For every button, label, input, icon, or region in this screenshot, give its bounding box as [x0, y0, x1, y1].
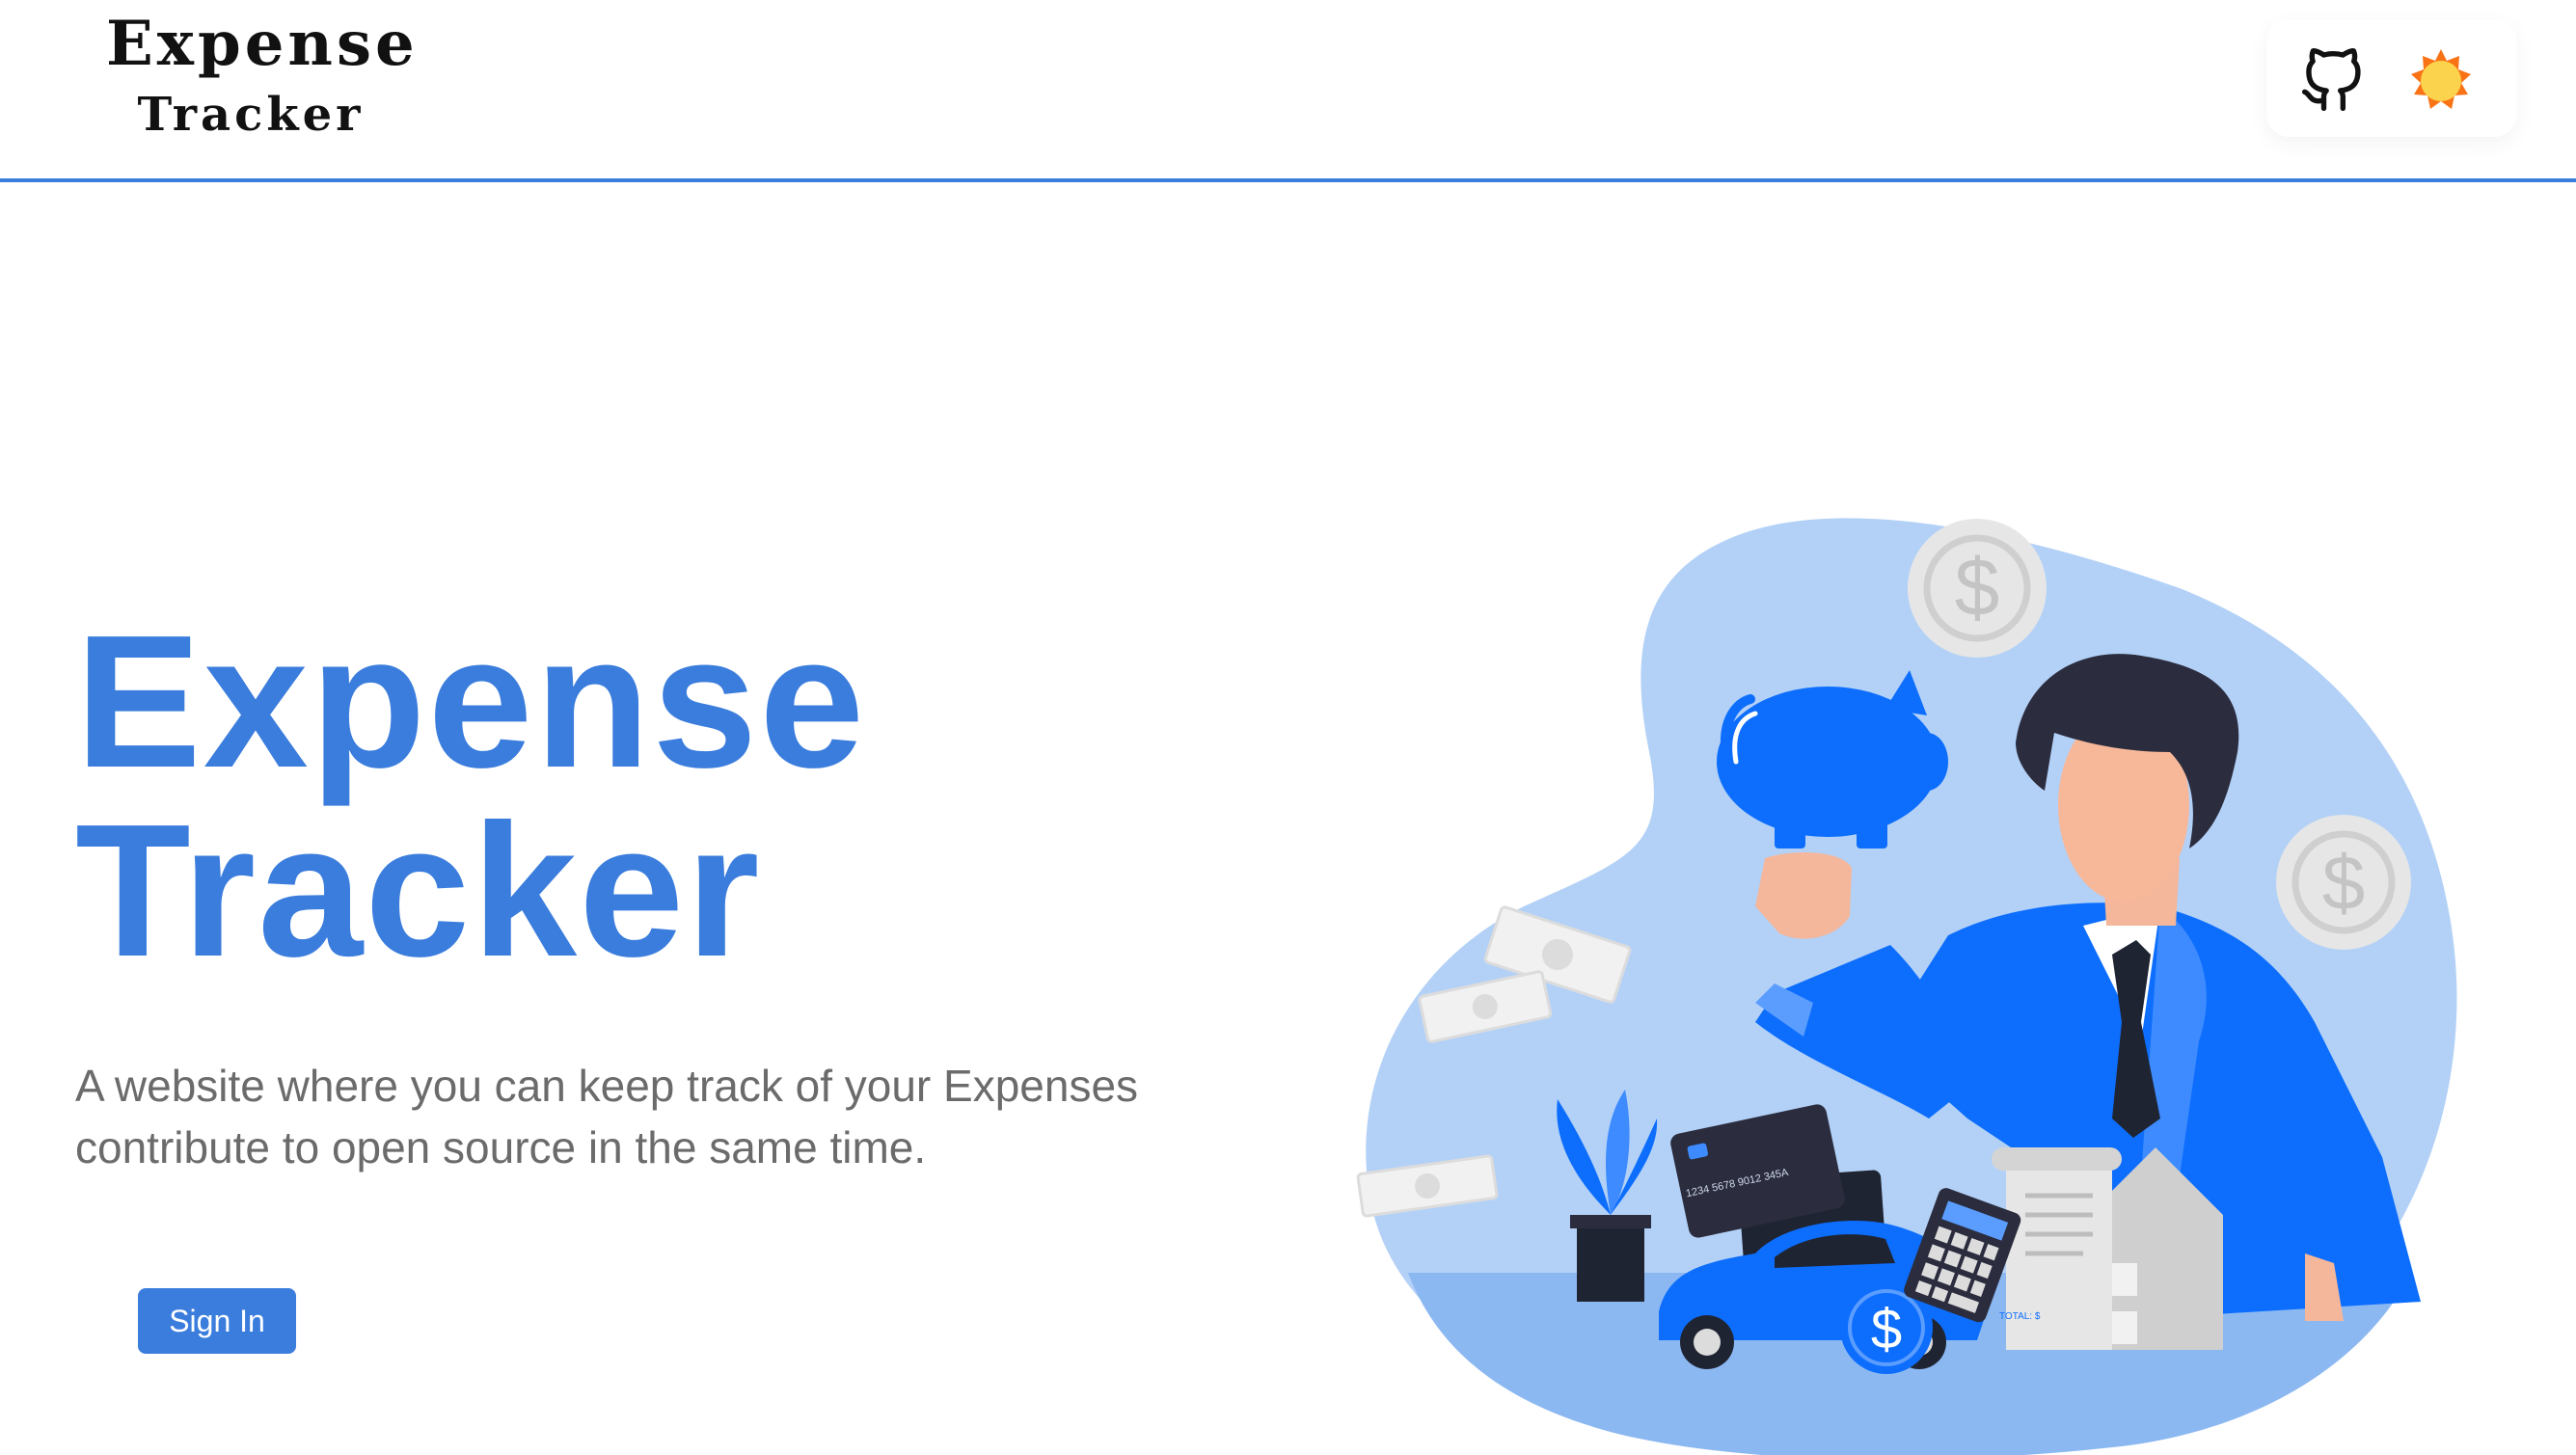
coin-icon: $: [2276, 815, 2411, 950]
sun-icon: [2411, 49, 2471, 109]
logo-line-tracker: Tracker: [137, 88, 365, 142]
hero-title: Expense Tracker: [75, 607, 1329, 985]
receipt-icon: TOTAL: $: [1992, 1147, 2122, 1350]
svg-text:$: $: [1871, 1298, 1902, 1361]
navbar: Expense Tracker: [0, 0, 2576, 182]
github-button[interactable]: [2299, 48, 2365, 114]
nav-actions: [2266, 19, 2517, 137]
site-logo[interactable]: Expense Tracker: [106, 8, 419, 145]
theme-toggle-button[interactable]: [2407, 47, 2475, 115]
coin-icon: $: [1908, 519, 2047, 658]
logo-line-expense: Expense: [106, 8, 419, 80]
github-icon: [2301, 48, 2361, 112]
receipt-total-label: TOTAL: $: [1999, 1311, 2041, 1322]
hero-description-line-2: contribute to open source in the same ti…: [75, 1122, 927, 1172]
hero-description-line-1: A website where you can keep track of yo…: [75, 1061, 1139, 1111]
svg-text:$: $: [1955, 542, 2000, 633]
hero-description: A website where you can keep track of yo…: [75, 1055, 1329, 1178]
svg-text:$: $: [2322, 840, 2366, 926]
finance-illustration: $ $ 1234 5678 9012 345A $ TOTAL: $: [1356, 518, 2457, 1455]
hero-title-line-tracker: Tracker: [75, 785, 762, 996]
sign-in-button[interactable]: Sign In: [138, 1288, 296, 1354]
hero-title-line-expense: Expense: [75, 596, 867, 807]
